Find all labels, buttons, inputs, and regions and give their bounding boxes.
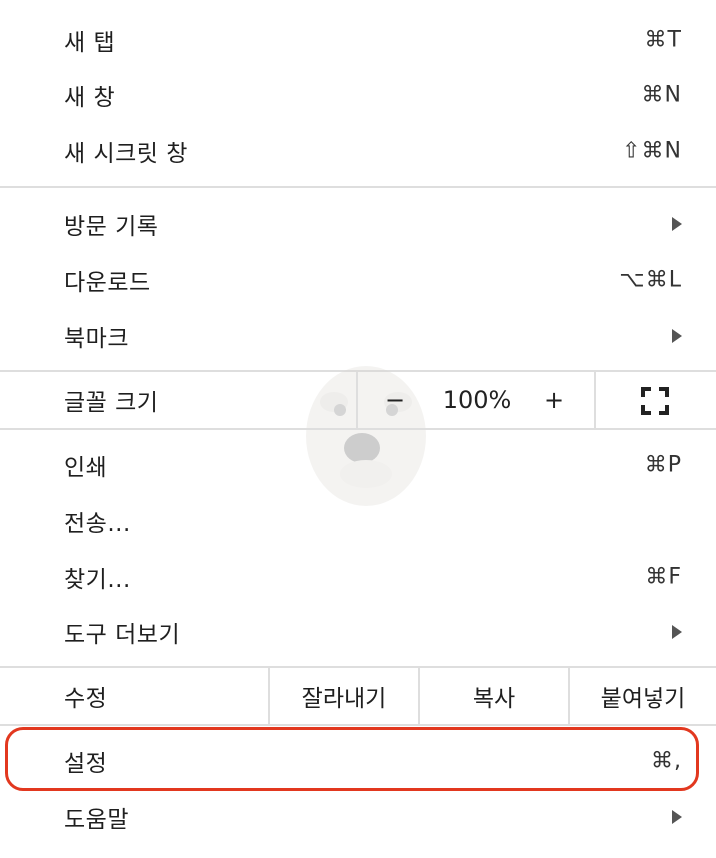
submenu-arrow-icon xyxy=(672,329,682,343)
zoom-row: 글꼴 크기 − 100% + xyxy=(0,372,716,428)
settings-highlight-outline xyxy=(5,727,699,791)
submenu-arrow-icon xyxy=(672,625,682,639)
chrome-main-menu: 새 탭 ⌘T 새 창 ⌘N 새 시크릿 창 ⇧⌘N 방문 기록 다운로드 ⌥⌘L… xyxy=(0,0,716,858)
menu-item-print[interactable]: 인쇄 ⌘P xyxy=(0,437,716,493)
menu-item-shortcut: ⌘N xyxy=(641,82,682,108)
menu-item-new-tab[interactable]: 새 탭 ⌘T xyxy=(0,12,716,68)
edit-label: 수정 xyxy=(64,686,108,712)
submenu-arrow-icon xyxy=(672,810,682,824)
zoom-in-button[interactable]: + xyxy=(543,386,565,414)
menu-item-shortcut: ⇧⌘N xyxy=(622,138,682,164)
menu-item-shortcut: ⌘T xyxy=(644,27,682,53)
menu-separator xyxy=(0,428,716,430)
zoom-label: 글꼴 크기 xyxy=(64,390,159,416)
menu-item-downloads[interactable]: 다운로드 ⌥⌘L xyxy=(0,252,716,308)
menu-item-label: 도움말 xyxy=(64,807,129,833)
submenu-arrow-icon xyxy=(672,217,682,231)
menu-separator xyxy=(0,186,716,188)
zoom-level: 100% xyxy=(442,386,512,414)
menu-item-label: 전송... xyxy=(64,511,131,537)
menu-item-label: 다운로드 xyxy=(64,270,151,296)
menu-item-find[interactable]: 찾기... ⌘F xyxy=(0,549,716,605)
menu-item-more-tools[interactable]: 도구 더보기 xyxy=(0,604,716,660)
menu-item-label: 인쇄 xyxy=(64,455,108,481)
menu-item-label: 도구 더보기 xyxy=(64,622,181,648)
menu-separator xyxy=(0,724,716,726)
menu-item-label: 새 시크릿 창 xyxy=(64,141,188,167)
menu-item-shortcut: ⌘P xyxy=(644,452,682,478)
zoom-divider xyxy=(356,372,358,428)
copy-button[interactable]: 복사 xyxy=(420,668,568,724)
cut-button[interactable]: 잘라내기 xyxy=(270,668,418,724)
menu-item-shortcut: ⌥⌘L xyxy=(619,267,682,293)
menu-item-cast[interactable]: 전송... xyxy=(0,493,716,549)
menu-item-label: 새 창 xyxy=(64,85,116,111)
menu-item-help[interactable]: 도움말 xyxy=(0,789,716,845)
menu-item-label: 새 탭 xyxy=(64,30,116,56)
menu-item-label: 방문 기록 xyxy=(64,214,159,240)
menu-item-label: 북마크 xyxy=(64,326,129,352)
menu-item-bookmarks[interactable]: 북마크 xyxy=(0,308,716,364)
fullscreen-icon[interactable] xyxy=(641,387,669,415)
edit-row: 수정 잘라내기 복사 붙여넣기 xyxy=(0,668,716,724)
menu-item-label: 찾기... xyxy=(64,567,131,593)
zoom-out-button[interactable]: − xyxy=(385,386,405,414)
menu-item-shortcut: ⌘F xyxy=(645,564,682,590)
menu-item-new-incognito-window[interactable]: 새 시크릿 창 ⇧⌘N xyxy=(0,123,716,179)
zoom-divider xyxy=(594,372,596,428)
paste-button[interactable]: 붙여넣기 xyxy=(570,668,716,724)
menu-item-history[interactable]: 방문 기록 xyxy=(0,196,716,252)
menu-item-new-window[interactable]: 새 창 ⌘N xyxy=(0,67,716,123)
